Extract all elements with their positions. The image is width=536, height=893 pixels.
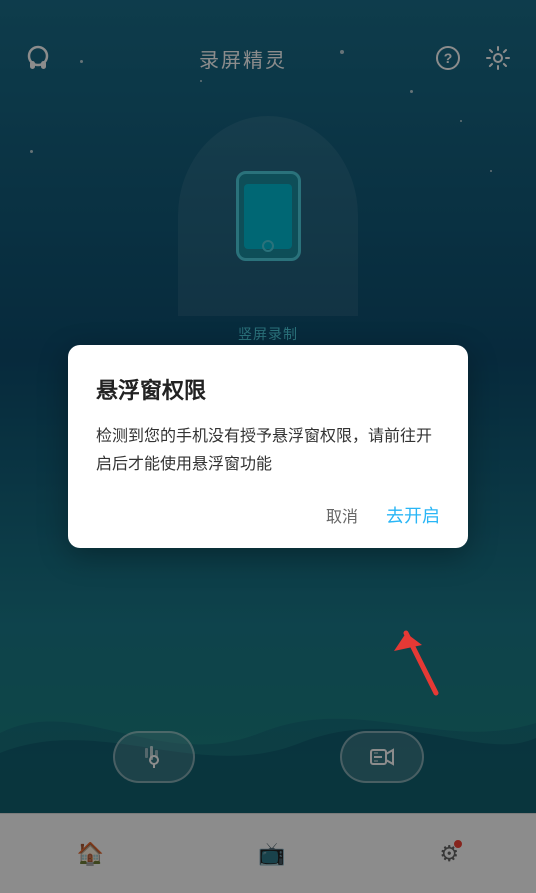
dialog-title: 悬浮窗权限: [96, 373, 440, 405]
app-background: 录屏精灵 ? 竖屏录制: [0, 0, 536, 893]
dialog-content: 检测到您的手机没有授予悬浮窗权限，请前往开启后才能使用悬浮窗功能: [96, 423, 440, 477]
dialog-overlay: 悬浮窗权限 检测到您的手机没有授予悬浮窗权限，请前往开启后才能使用悬浮窗功能 取…: [0, 0, 536, 893]
cancel-button[interactable]: 取消: [326, 503, 358, 527]
confirm-button[interactable]: 去开启: [386, 502, 440, 528]
permission-dialog: 悬浮窗权限 检测到您的手机没有授予悬浮窗权限，请前往开启后才能使用悬浮窗功能 取…: [68, 345, 468, 547]
dialog-actions: 取消 去开启: [96, 502, 440, 528]
